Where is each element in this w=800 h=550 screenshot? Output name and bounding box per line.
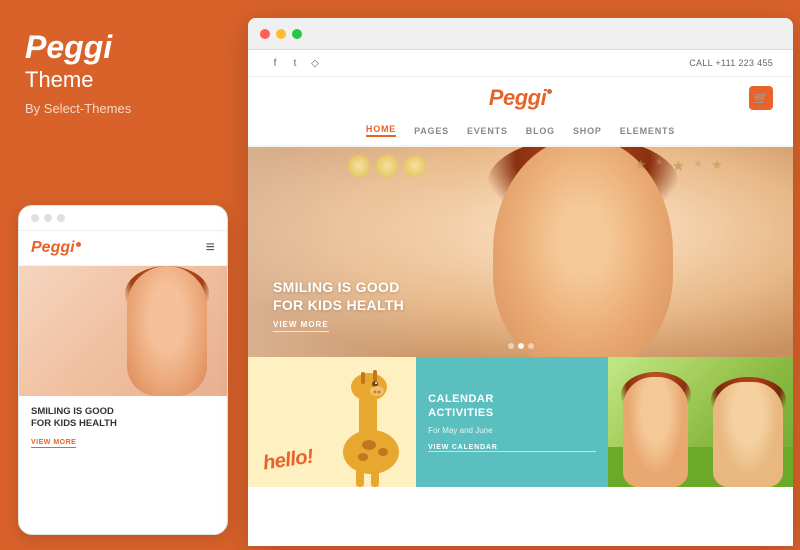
mobile-menu-icon[interactable]: ≡ [206, 240, 215, 256]
theme-subtitle: Theme [25, 67, 220, 93]
calendar-view-link[interactable]: VIEW CALENDAR [428, 444, 596, 452]
grid-cell-giraffe: hello! [248, 357, 416, 487]
star-1: ★ [635, 157, 647, 175]
mobile-top-bar [19, 206, 227, 231]
mobile-mockup: Peggi ≡ SMILING IS GOODFOR KIDS HEALTH V… [18, 205, 228, 535]
grid-cell-calendar: CALENDAR ACtIVITIES For May and June VIE… [416, 357, 608, 487]
star-3: ★ [672, 157, 685, 175]
theme-title: Peggi [25, 30, 220, 65]
carousel-dot-2[interactable] [518, 343, 524, 349]
child-left-figure [623, 377, 688, 487]
phone-number: CALL +111 223 455 [689, 58, 773, 68]
hero-text-overlay: SMILING IS GOOD FOR KIDS HEALTH VIEW MOR… [273, 278, 404, 332]
hero-decorations [348, 155, 426, 177]
browser-bar [248, 18, 793, 50]
grid-cell-kids [608, 357, 793, 487]
carousel-dot-1[interactable] [508, 343, 514, 349]
hero-carousel-dots [508, 343, 534, 349]
pom-3 [404, 155, 426, 177]
star-2: ★ [655, 157, 664, 175]
site-logo: Peggi [489, 85, 552, 111]
calendar-activities-title: CALENDAR ACtIVITIES [428, 392, 596, 421]
hero-caption: SMILING IS GOOD FOR KIDS HEALTH [273, 278, 404, 314]
instagram-icon[interactable]: ◇ [308, 56, 322, 70]
nav-events[interactable]: EVENTS [467, 126, 508, 136]
carousel-dot-3[interactable] [528, 343, 534, 349]
site-topbar: f t ◇ CALL +111 223 455 [248, 50, 793, 77]
mobile-logo: Peggi [31, 239, 81, 257]
browser-window: f t ◇ CALL +111 223 455 Peggi 🛒 HOME PAG… [248, 18, 793, 546]
hero-stars: ★ ★ ★ ★ ★ [635, 157, 785, 175]
mobile-dot-3 [57, 214, 65, 222]
bottom-grid: hello! [248, 357, 793, 487]
giraffe-illustration [321, 357, 411, 487]
star-5: ★ [711, 157, 723, 175]
pom-1 [348, 155, 370, 177]
site-nav: HOME PAGES EVENTS BLOG SHOP ELEMENTS [248, 119, 793, 147]
calendar-subtitle: For May and June [428, 425, 596, 436]
mobile-caption: SMILING IS GOODFOR KIDS HEALTH VIEW MORE [19, 396, 227, 454]
browser-minimize-dot[interactable] [276, 29, 286, 39]
mobile-hero [19, 266, 227, 396]
nav-blog[interactable]: BLOG [526, 126, 555, 136]
nav-shop[interactable]: SHOP [573, 126, 602, 136]
mobile-logo-dot [76, 242, 81, 247]
social-icons: f t ◇ [268, 56, 322, 70]
child-right-figure [713, 382, 783, 487]
site-hero: ★ ★ ★ ★ ★ SMILING IS GOOD FOR KIDS HEALT… [248, 147, 793, 357]
facebook-icon[interactable]: f [268, 56, 282, 70]
mobile-view-more-link[interactable]: VIEW MORE [31, 439, 76, 448]
left-panel: Peggi Theme By Select-Themes Peggi ≡ SMI… [0, 0, 245, 550]
kids-photo [608, 357, 793, 487]
twitter-icon[interactable]: t [288, 56, 302, 70]
mobile-baby-face [127, 266, 207, 396]
pom-2 [376, 155, 398, 177]
star-4: ★ [693, 157, 703, 175]
mobile-dot-1 [31, 214, 39, 222]
nav-home[interactable]: HOME [366, 124, 396, 137]
site-logo-dot [547, 89, 552, 94]
hello-text: hello! [262, 446, 315, 476]
browser-maximize-dot[interactable] [292, 29, 302, 39]
mobile-hero-caption: SMILING IS GOODFOR KIDS HEALTH [31, 406, 215, 431]
mobile-header: Peggi ≡ [19, 231, 227, 266]
site-header: Peggi 🛒 [248, 77, 793, 119]
nav-pages[interactable]: PAGES [414, 126, 449, 136]
nav-elements[interactable]: ELEMENTS [620, 126, 675, 136]
browser-close-dot[interactable] [260, 29, 270, 39]
theme-byline: By Select-Themes [25, 101, 220, 116]
cart-icon[interactable]: 🛒 [749, 86, 773, 110]
hero-view-more[interactable]: VIEW MORE [273, 320, 329, 332]
mobile-dot-2 [44, 214, 52, 222]
website-content: f t ◇ CALL +111 223 455 Peggi 🛒 HOME PAG… [248, 50, 793, 487]
hero-baby-head [493, 147, 673, 357]
